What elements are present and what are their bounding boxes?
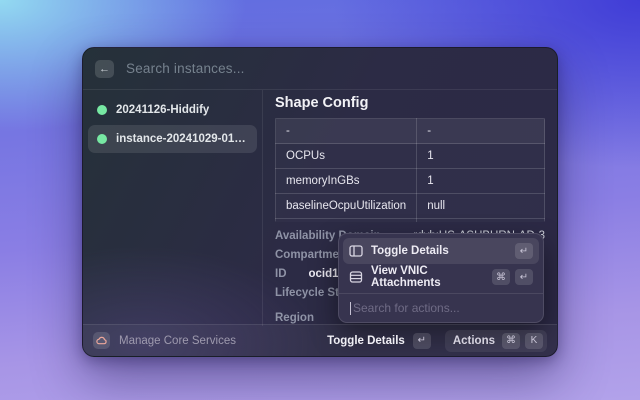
primary-action-button[interactable]: Toggle Details xyxy=(327,335,405,347)
return-key-icon: ↵ xyxy=(515,243,533,259)
app-name: Manage Core Services xyxy=(119,335,236,347)
list-item-instance-selected[interactable]: instance-20241029-0105-Hesti… xyxy=(88,125,257,153)
table-cell-value: 1 xyxy=(417,169,545,194)
instance-list: 20241126-Hiddify instance-20241029-0105-… xyxy=(83,90,263,326)
command-key-icon: ⌘ xyxy=(502,333,520,349)
meta-label: ID xyxy=(275,268,287,280)
list-item-instance[interactable]: 20241126-Hiddify xyxy=(88,96,257,124)
action-item-view-vnic-attachments[interactable]: View VNIC Attachments ⌘ ↵ xyxy=(343,264,539,290)
table-row xyxy=(276,219,545,223)
cloud-app-icon xyxy=(93,332,110,349)
table-cell-key: OCPUs xyxy=(276,144,417,169)
search-bar: ← Search instances... xyxy=(83,48,557,90)
table-cell-value: null xyxy=(417,194,545,219)
instance-name: instance-20241029-0105-Hesti… xyxy=(116,133,248,145)
table-row: OCPUs 1 xyxy=(276,144,545,169)
actions-search-input[interactable]: Search for actions... xyxy=(339,293,543,322)
text-cursor xyxy=(350,302,351,315)
actions-button[interactable]: Actions ⌘ K xyxy=(445,330,547,352)
meta-label: Region xyxy=(275,312,314,324)
table-row: - - xyxy=(276,119,545,144)
search-input[interactable]: Search instances... xyxy=(126,61,245,76)
instance-name: 20241126-Hiddify xyxy=(116,104,209,116)
status-dot-icon xyxy=(97,134,107,144)
table-cell-key: baselineOcpuUtilization xyxy=(276,194,417,219)
command-key-icon: ⌘ xyxy=(492,269,510,285)
table-row: memoryInGBs 1 xyxy=(276,169,545,194)
k-key-icon: K xyxy=(525,333,543,349)
panel-left-icon xyxy=(349,245,363,257)
action-label: View VNIC Attachments xyxy=(371,265,484,289)
section-title: Shape Config xyxy=(275,95,545,111)
table-cell-key: - xyxy=(276,119,417,144)
rows-icon xyxy=(349,271,363,283)
actions-popup: Toggle Details ↵ View VNIC Attachments ⌘… xyxy=(338,233,544,323)
return-key-icon: ↵ xyxy=(413,333,431,349)
footer-bar: Manage Core Services Toggle Details ↵ Ac… xyxy=(83,324,557,356)
table-cell-value: - xyxy=(417,119,545,144)
table-cell-key: memoryInGBs xyxy=(276,169,417,194)
back-arrow-icon: ← xyxy=(99,63,110,75)
back-button[interactable]: ← xyxy=(95,60,114,78)
table-cell-value: 1 xyxy=(417,144,545,169)
shape-config-table: - - OCPUs 1 memoryInGBs 1 baselineOcpuUt… xyxy=(275,118,545,222)
return-key-icon: ↵ xyxy=(515,269,533,285)
table-row: baselineOcpuUtilization null xyxy=(276,194,545,219)
status-dot-icon xyxy=(97,105,107,115)
launcher-window: ← Search instances... 20241126-Hiddify i… xyxy=(82,47,558,357)
action-label: Toggle Details xyxy=(371,245,449,257)
action-item-toggle-details[interactable]: Toggle Details ↵ xyxy=(343,238,539,264)
